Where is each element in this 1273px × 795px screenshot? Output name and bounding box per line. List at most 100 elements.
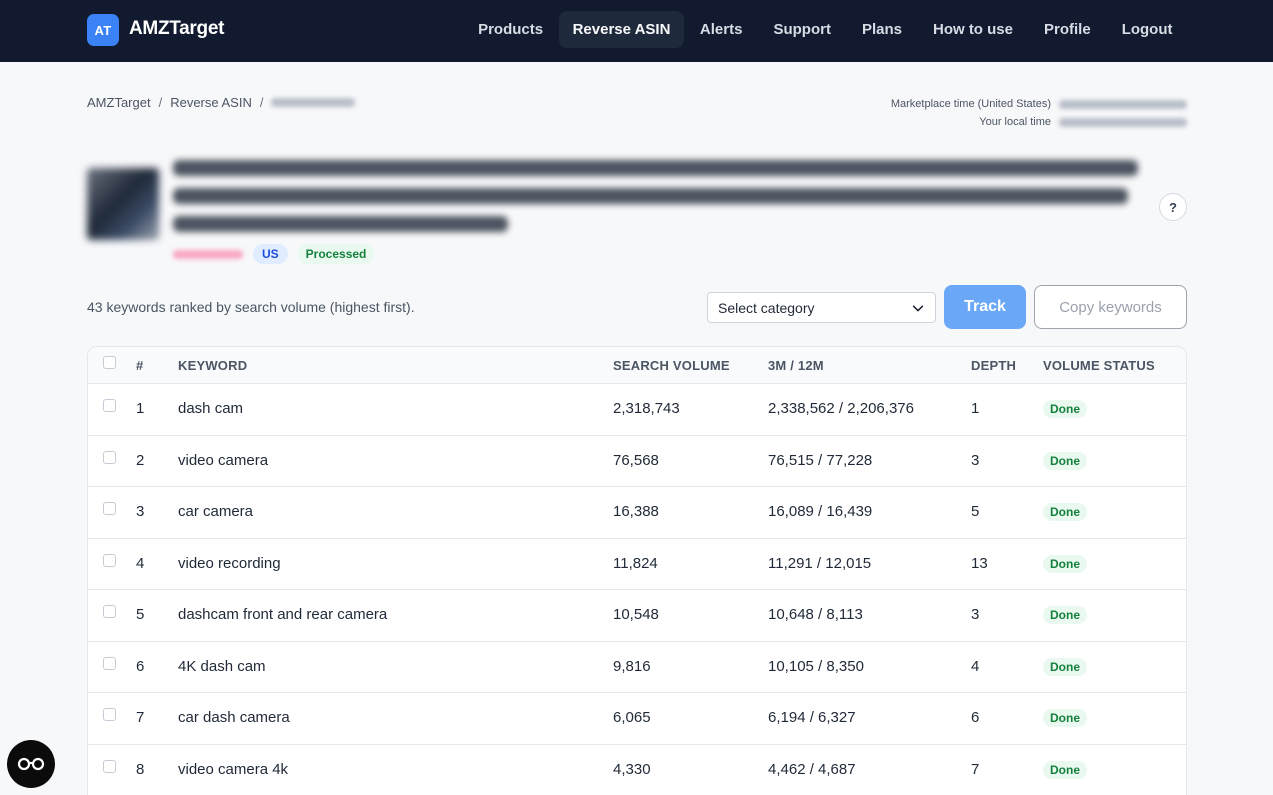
row-keyword: 4K dash cam — [178, 657, 266, 675]
row-num: 7 — [136, 709, 145, 726]
title-line — [173, 188, 1128, 204]
row-depth: 4 — [971, 657, 980, 675]
done-badge: Done — [1043, 451, 1087, 470]
table-row[interactable]: 1 dash cam 2,318,743 2,338,562 / 2,206,3… — [88, 384, 1186, 436]
local-time-value-redacted — [1059, 117, 1187, 127]
row-status-cell: Done — [1043, 657, 1087, 676]
table-row[interactable]: 5 dashcam front and rear camera 10,548 1… — [88, 590, 1186, 642]
row-num: 1 — [136, 400, 145, 417]
row-keyword: dash cam — [178, 400, 244, 417]
header-keyword[interactable]: KEYWORD — [178, 358, 247, 373]
table-row[interactable]: 8 video camera 4k 4,330 4,462 / 4,687 7 … — [88, 745, 1186, 795]
row-keyword: video camera — [178, 451, 269, 469]
table-header: # KEYWORD SEARCH VOLUME 3M / 12M DEPTH V… — [88, 347, 1186, 384]
row-depth: 13 — [971, 554, 988, 572]
row-num: 3 — [136, 503, 145, 520]
done-badge: Done — [1043, 657, 1087, 676]
row-checkbox[interactable] — [103, 553, 116, 567]
row-checkbox[interactable] — [103, 605, 116, 618]
accessibility-button[interactable] — [7, 740, 55, 788]
header-search-volume[interactable]: SEARCH VOLUME — [613, 358, 730, 373]
local-time-row: Your local time — [891, 113, 1187, 131]
top-navbar: AT AMZTarget Products Reverse ASIN Alert… — [0, 0, 1273, 62]
row-3m-12m: 6,194 / 6,327 — [768, 709, 856, 726]
breadcrumb-root[interactable]: AMZTarget — [87, 95, 151, 110]
row-search-volume: 4,330 — [613, 760, 651, 778]
header-volume-status[interactable]: VOLUME STATUS — [1043, 358, 1155, 373]
row-depth: 3 — [971, 606, 980, 623]
product-title-redacted — [173, 154, 1143, 244]
logo-badge[interactable]: AT — [87, 14, 119, 46]
row-status-cell: Done — [1043, 554, 1087, 573]
nav-alerts[interactable]: Alerts — [684, 11, 758, 48]
breadcrumb-section[interactable]: Reverse ASIN — [170, 95, 252, 110]
row-checkbox[interactable] — [103, 759, 116, 773]
header-3m-12m[interactable]: 3M / 12M — [768, 358, 824, 373]
nav-reverse-asin[interactable]: Reverse ASIN — [558, 11, 685, 48]
category-select-value: Select category — [718, 299, 815, 316]
marketplace-time-value-redacted — [1059, 99, 1187, 109]
breadcrumb: AMZTarget / Reverse ASIN / — [87, 95, 356, 110]
done-badge: Done — [1043, 606, 1087, 624]
table-row[interactable]: 3 car camera 16,388 16,089 / 16,439 5 Do… — [88, 487, 1186, 539]
nav-support[interactable]: Support — [758, 11, 847, 48]
nav-products[interactable]: Products — [463, 11, 559, 48]
row-3m-12m: 76,515 / 77,228 — [768, 451, 873, 469]
row-status-cell: Done — [1043, 606, 1087, 624]
row-keyword: dashcam front and rear camera — [178, 606, 388, 623]
row-keyword: car camera — [178, 503, 254, 520]
row-3m-12m: 10,648 / 8,113 — [768, 606, 863, 623]
select-all-checkbox[interactable] — [103, 356, 116, 369]
row-keyword: video recording — [178, 554, 281, 572]
row-num: 8 — [136, 760, 145, 778]
header-num: # — [136, 358, 144, 373]
row-depth: 7 — [971, 760, 980, 778]
row-checkbox[interactable] — [103, 450, 116, 464]
row-status-cell: Done — [1043, 709, 1087, 727]
done-badge: Done — [1043, 554, 1087, 573]
row-3m-12m: 4,462 / 4,687 — [768, 760, 856, 778]
logo-text[interactable]: AMZTarget — [129, 18, 224, 40]
title-line — [173, 216, 508, 232]
header-depth[interactable]: DEPTH — [971, 358, 1016, 373]
help-button[interactable]: ? — [1159, 193, 1187, 221]
row-search-volume: 10,548 — [613, 606, 659, 623]
keywords-table: # KEYWORD SEARCH VOLUME 3M / 12M DEPTH V… — [87, 346, 1187, 795]
row-keyword: car dash camera — [178, 709, 290, 726]
row-checkbox[interactable] — [103, 502, 116, 515]
copy-keywords-button[interactable]: Copy keywords — [1034, 285, 1187, 329]
row-checkbox[interactable] — [103, 656, 116, 670]
nav-plans[interactable]: Plans — [846, 11, 917, 48]
marketplace-time-label: Marketplace time (United States) — [890, 98, 1051, 110]
category-select[interactable]: Select category — [707, 292, 936, 323]
row-search-volume: 9,816 — [613, 657, 651, 675]
track-button[interactable]: Track — [944, 285, 1026, 329]
row-3m-12m: 16,089 / 16,439 — [768, 503, 873, 520]
breadcrumb-separator: / — [259, 95, 264, 110]
row-num: 4 — [136, 554, 145, 572]
table-row[interactable]: 6 4K dash cam 9,816 10,105 / 8,350 4 Don… — [88, 642, 1186, 693]
chevron-down-icon — [912, 304, 924, 311]
glasses-icon — [17, 757, 45, 771]
table-row[interactable]: 2 video camera 76,568 76,515 / 77,228 3 … — [88, 436, 1186, 487]
row-status-cell: Done — [1043, 400, 1087, 418]
done-badge: Done — [1043, 760, 1087, 779]
local-time-label: Your local time — [979, 116, 1051, 128]
row-status-cell: Done — [1043, 503, 1087, 521]
row-3m-12m: 2,338,562 / 2,206,376 — [768, 400, 914, 417]
row-checkbox[interactable] — [103, 399, 116, 412]
table-row[interactable]: 4 video recording 11,824 11,291 / 12,015… — [88, 539, 1186, 590]
row-search-volume: 6,065 — [613, 709, 651, 726]
nav-how-to-use[interactable]: How to use — [917, 11, 1028, 48]
time-info: Marketplace time (United States) Your lo… — [891, 95, 1187, 131]
nav-logout[interactable]: Logout — [1106, 11, 1188, 48]
nav-profile[interactable]: Profile — [1029, 11, 1107, 48]
marketplace-time-row: Marketplace time (United States) — [891, 95, 1187, 113]
product-brand-redacted — [173, 249, 243, 259]
product-image-redacted — [87, 168, 159, 240]
row-num: 6 — [136, 657, 145, 675]
row-checkbox[interactable] — [103, 708, 116, 721]
done-badge: Done — [1043, 400, 1087, 418]
row-keyword: video camera 4k — [178, 760, 289, 778]
table-row[interactable]: 7 car dash camera 6,065 6,194 / 6,327 6 … — [88, 693, 1186, 745]
